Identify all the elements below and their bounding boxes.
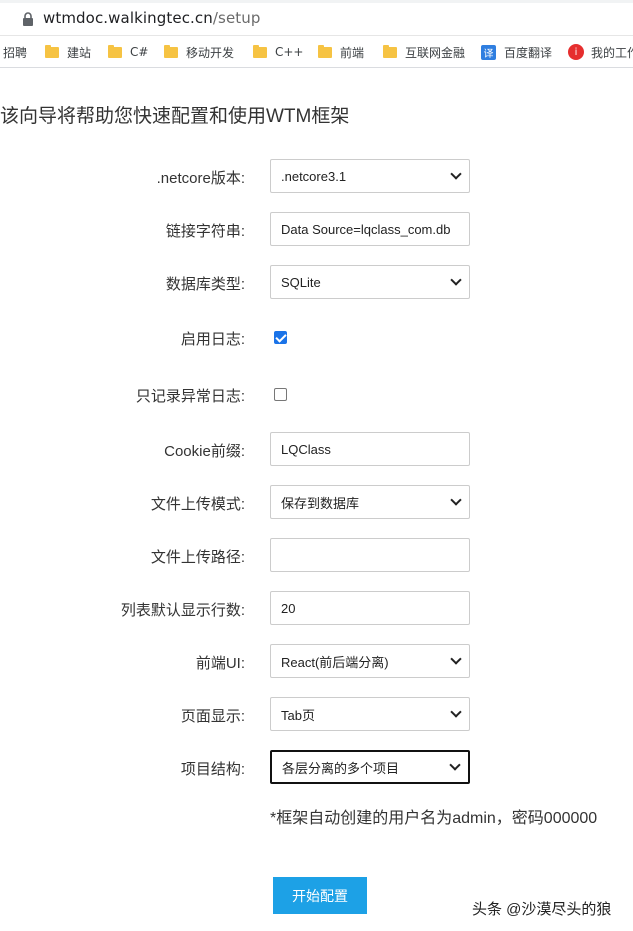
connection-string-label: 链接字符串:: [165, 223, 245, 240]
translate-icon: 译: [481, 44, 496, 60]
start-config-button[interactable]: 开始配置: [273, 877, 367, 914]
bookmark-label: C#: [130, 45, 149, 59]
row-upload-path: 文件上传路径:: [0, 538, 633, 572]
bookmark-label: 我的工作: [591, 45, 633, 60]
page-rows-label: 列表默认显示行数:: [120, 602, 245, 619]
chevron-down-icon: [450, 273, 462, 286]
bookmark-label: 建站: [67, 45, 92, 60]
select-value: Tab页: [281, 707, 315, 723]
folder-icon: [383, 44, 397, 58]
upload-path-label: 文件上传路径:: [150, 549, 245, 566]
chevron-down-icon: [450, 705, 462, 718]
select-value: SQLite: [281, 274, 321, 290]
folder-icon: [45, 44, 59, 58]
bookmark-cpp[interactable]: C++: [253, 43, 304, 61]
url-host: wtmdoc.walkingtec.cn: [43, 9, 213, 27]
bookmark-mobile-dev[interactable]: 移动开发: [164, 43, 234, 61]
select-value: React(前后端分离): [281, 654, 389, 670]
connection-string-input[interactable]: Data Source=lqclass_com.db: [270, 212, 470, 246]
chevron-down-icon: [450, 167, 462, 180]
lock-icon[interactable]: [22, 12, 34, 26]
exception-log-only-checkbox[interactable]: [274, 388, 287, 401]
row-exception-log-only: 只记录异常日志:: [0, 377, 633, 411]
upload-mode-label: 文件上传模式:: [150, 496, 245, 513]
red-circle-icon: i: [568, 44, 584, 60]
bookmark-label: 互联网金融: [405, 45, 466, 60]
row-cookie-prefix: Cookie前缀: LQClass: [0, 432, 633, 466]
row-frontend-ui: 前端UI: React(前后端分离): [0, 644, 633, 678]
netcore-version-label: .netcore版本:: [156, 170, 245, 187]
url-text[interactable]: wtmdoc.walkingtec.cn/setup: [43, 9, 260, 27]
page-rows-input[interactable]: 20: [270, 591, 470, 625]
frontend-ui-label: 前端UI:: [195, 655, 245, 672]
chevron-down-icon: [450, 652, 462, 665]
bookmark-label: C++: [275, 45, 304, 59]
bookmark-label: 百度翻译: [504, 45, 553, 60]
row-enable-log: 启用日志:: [0, 320, 633, 354]
intro-text: 该向导将帮助您快速配置和使用WTM框架: [0, 106, 350, 127]
page-display-label: 页面显示:: [180, 708, 245, 725]
row-page-display: 页面显示: Tab页: [0, 697, 633, 731]
cookie-prefix-input[interactable]: LQClass: [270, 432, 470, 466]
cookie-prefix-label: Cookie前缀:: [164, 443, 245, 460]
enable-log-label: 启用日志:: [180, 331, 245, 348]
bookmark-label: 招聘: [3, 45, 28, 60]
row-page-rows: 列表默认显示行数: 20: [0, 591, 633, 625]
folder-icon: [164, 44, 178, 58]
database-type-select[interactable]: SQLite: [270, 265, 470, 299]
exception-log-only-label: 只记录异常日志:: [135, 388, 245, 405]
bookmark-label: 移动开发: [186, 45, 235, 60]
project-structure-select[interactable]: 各层分离的多个项目: [270, 750, 470, 784]
row-netcore-version: .netcore版本: .netcore3.1: [0, 159, 633, 193]
upload-mode-select[interactable]: 保存到数据库: [270, 485, 470, 519]
database-type-label: 数据库类型:: [165, 276, 245, 293]
folder-icon: [253, 44, 267, 58]
select-value: 保存到数据库: [281, 495, 360, 511]
folder-icon: [108, 44, 122, 58]
bookmark-csharp[interactable]: C#: [108, 43, 148, 61]
folder-icon: [318, 44, 332, 58]
bookmark-jianzhan[interactable]: 建站: [45, 43, 91, 61]
page-display-select[interactable]: Tab页: [270, 697, 470, 731]
bookmark-baidu-translate[interactable]: 译 百度翻译: [481, 43, 552, 61]
bookmark-fintech[interactable]: 互联网金融: [383, 43, 465, 61]
project-structure-label: 项目结构:: [180, 761, 245, 778]
netcore-version-select[interactable]: .netcore3.1: [270, 159, 470, 193]
default-credentials-note: *框架自动创建的用户名为admin，密码000000: [270, 810, 598, 827]
chevron-down-icon: [450, 493, 462, 506]
row-connection-string: 链接字符串: Data Source=lqclass_com.db: [0, 212, 633, 246]
url-path: /setup: [212, 9, 261, 27]
select-value: .netcore3.1: [281, 168, 347, 184]
bookmark-my-work[interactable]: i 我的工作: [568, 43, 633, 61]
enable-log-checkbox[interactable]: [274, 331, 287, 344]
row-upload-mode: 文件上传模式: 保存到数据库: [0, 485, 633, 519]
row-project-structure: 项目结构: 各层分离的多个项目: [0, 750, 633, 784]
watermark-text: 头条 @沙漠尽头的狼: [472, 901, 612, 918]
bookmarks-bar: 招聘 建站 C# 移动开发 C++ 前端 互联网金融 译 百度翻译 i 我的工作: [0, 36, 633, 68]
tab-strip-edge: [0, 0, 633, 3]
select-value: 各层分离的多个项目: [282, 760, 400, 776]
upload-path-input[interactable]: [270, 538, 470, 572]
bookmark-zhaopin[interactable]: 招聘: [3, 43, 27, 61]
row-database-type: 数据库类型: SQLite: [0, 265, 633, 299]
frontend-ui-select[interactable]: React(前后端分离): [270, 644, 470, 678]
bookmark-frontend[interactable]: 前端: [318, 43, 364, 61]
bookmark-label: 前端: [340, 45, 365, 60]
chevron-down-icon: [449, 758, 461, 771]
address-bar[interactable]: wtmdoc.walkingtec.cn/setup: [0, 0, 633, 36]
